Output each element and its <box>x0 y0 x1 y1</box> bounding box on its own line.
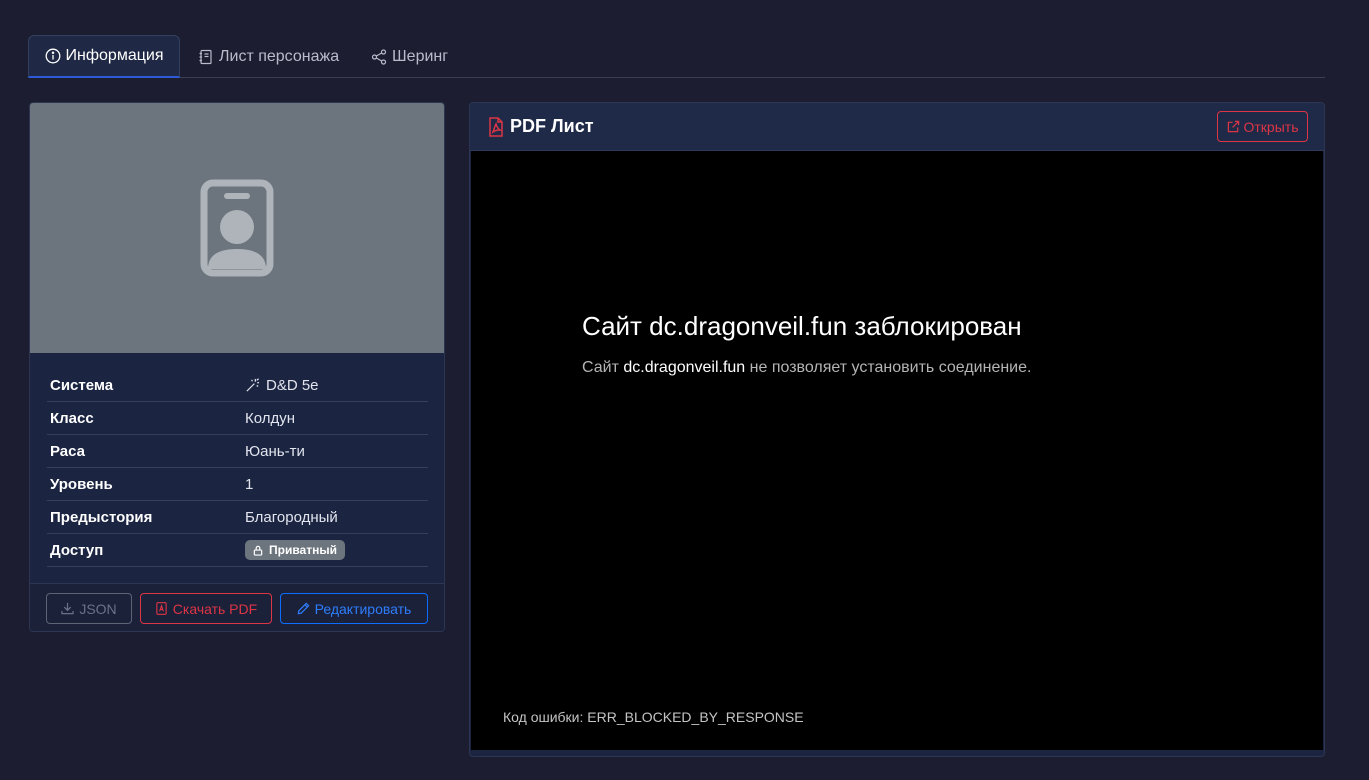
file-pdf-icon <box>156 602 167 615</box>
pdf-card-header: PDF Лист Открыть <box>470 103 1324 151</box>
pdf-card-title: PDF Лист <box>488 116 594 137</box>
tab-sharing[interactable]: Шеринг <box>371 35 448 78</box>
row-key: Уровень <box>50 475 113 493</box>
tab-bar: Информация Лист персонажа Шеринг <box>28 35 1325 78</box>
pdf-card: PDF Лист Открыть Сайт dc.dragonveil.fun … <box>469 102 1325 757</box>
row-key: Класс <box>50 409 94 427</box>
external-link-icon <box>1227 120 1239 133</box>
title-text: PDF Лист <box>510 116 594 136</box>
info-row-level: Уровень 1 <box>47 468 428 501</box>
info-row-class: Класс Колдун <box>47 402 428 435</box>
error-desc-suffix: не позволяет установить соединение. <box>745 359 1032 376</box>
json-button[interactable]: JSON <box>46 593 132 624</box>
character-info-table: Система D&D 5e Класс Колдун Раса Юань-ти <box>47 369 428 567</box>
badge-label: Приватный <box>269 543 337 557</box>
tab-information[interactable]: Информация <box>28 35 180 78</box>
tab-character-sheet[interactable]: Лист персонажа <box>198 35 339 78</box>
row-value: Юань-ти <box>245 442 305 460</box>
pencil-icon <box>297 602 310 615</box>
error-desc-prefix: Сайт <box>582 359 624 376</box>
info-row-race: Раса Юань-ти <box>47 435 428 468</box>
row-key: Система <box>50 376 114 394</box>
tab-label: Шеринг <box>392 47 449 65</box>
row-value: D&D 5e <box>245 377 319 394</box>
info-row-background: Предыстория Благородный <box>47 501 428 534</box>
row-key: Доступ <box>50 541 104 559</box>
error-title: Сайт dc.dragonveil.fun заблокирован <box>582 311 1022 341</box>
edit-button[interactable]: Редактировать <box>280 593 428 624</box>
info-circle-icon <box>45 48 60 64</box>
card-footer: JSON Скачать PDF Редактировать <box>30 583 444 631</box>
status-badge: Приватный <box>245 540 345 560</box>
row-value: 1 <box>245 475 254 493</box>
share-icon <box>371 48 387 65</box>
tab-label: Информация <box>65 47 164 64</box>
row-value: Колдун <box>245 409 296 427</box>
info-row-system: Система D&D 5e <box>47 369 428 402</box>
error-desc-host: dc.dragonveil.fun <box>623 359 746 376</box>
error-description: Сайт dc.dragonveil.fun не позволяет уста… <box>582 359 1031 377</box>
avatar <box>30 103 444 353</box>
button-label: Открыть <box>1243 118 1299 135</box>
character-card: Система D&D 5e Класс Колдун Раса Юань-ти <box>29 102 445 632</box>
info-row-access: Доступ Приватный <box>47 534 428 567</box>
button-label: Скачать PDF <box>172 600 258 617</box>
person-badge-icon <box>200 179 274 277</box>
journal-icon <box>199 49 212 64</box>
button-label: JSON <box>79 600 117 617</box>
magic-wand-icon <box>246 377 260 392</box>
download-icon <box>61 602 75 615</box>
open-button[interactable]: Открыть <box>1217 111 1308 142</box>
row-value: Благородный <box>245 508 338 526</box>
tab-label: Лист персонажа <box>219 47 340 65</box>
error-code: Код ошибки: ERR_BLOCKED_BY_RESPONSE <box>503 709 804 725</box>
row-value: Приватный <box>245 540 345 560</box>
system-value: D&D 5e <box>266 376 319 394</box>
pdf-frame[interactable]: Сайт dc.dragonveil.fun заблокирован Сайт… <box>471 151 1323 750</box>
row-key: Предыстория <box>50 508 153 526</box>
row-key: Раса <box>50 442 86 460</box>
lock-icon <box>253 545 263 556</box>
button-label: Редактировать <box>314 600 412 617</box>
download-pdf-button[interactable]: Скачать PDF <box>140 593 272 624</box>
file-pdf-icon <box>489 116 503 137</box>
